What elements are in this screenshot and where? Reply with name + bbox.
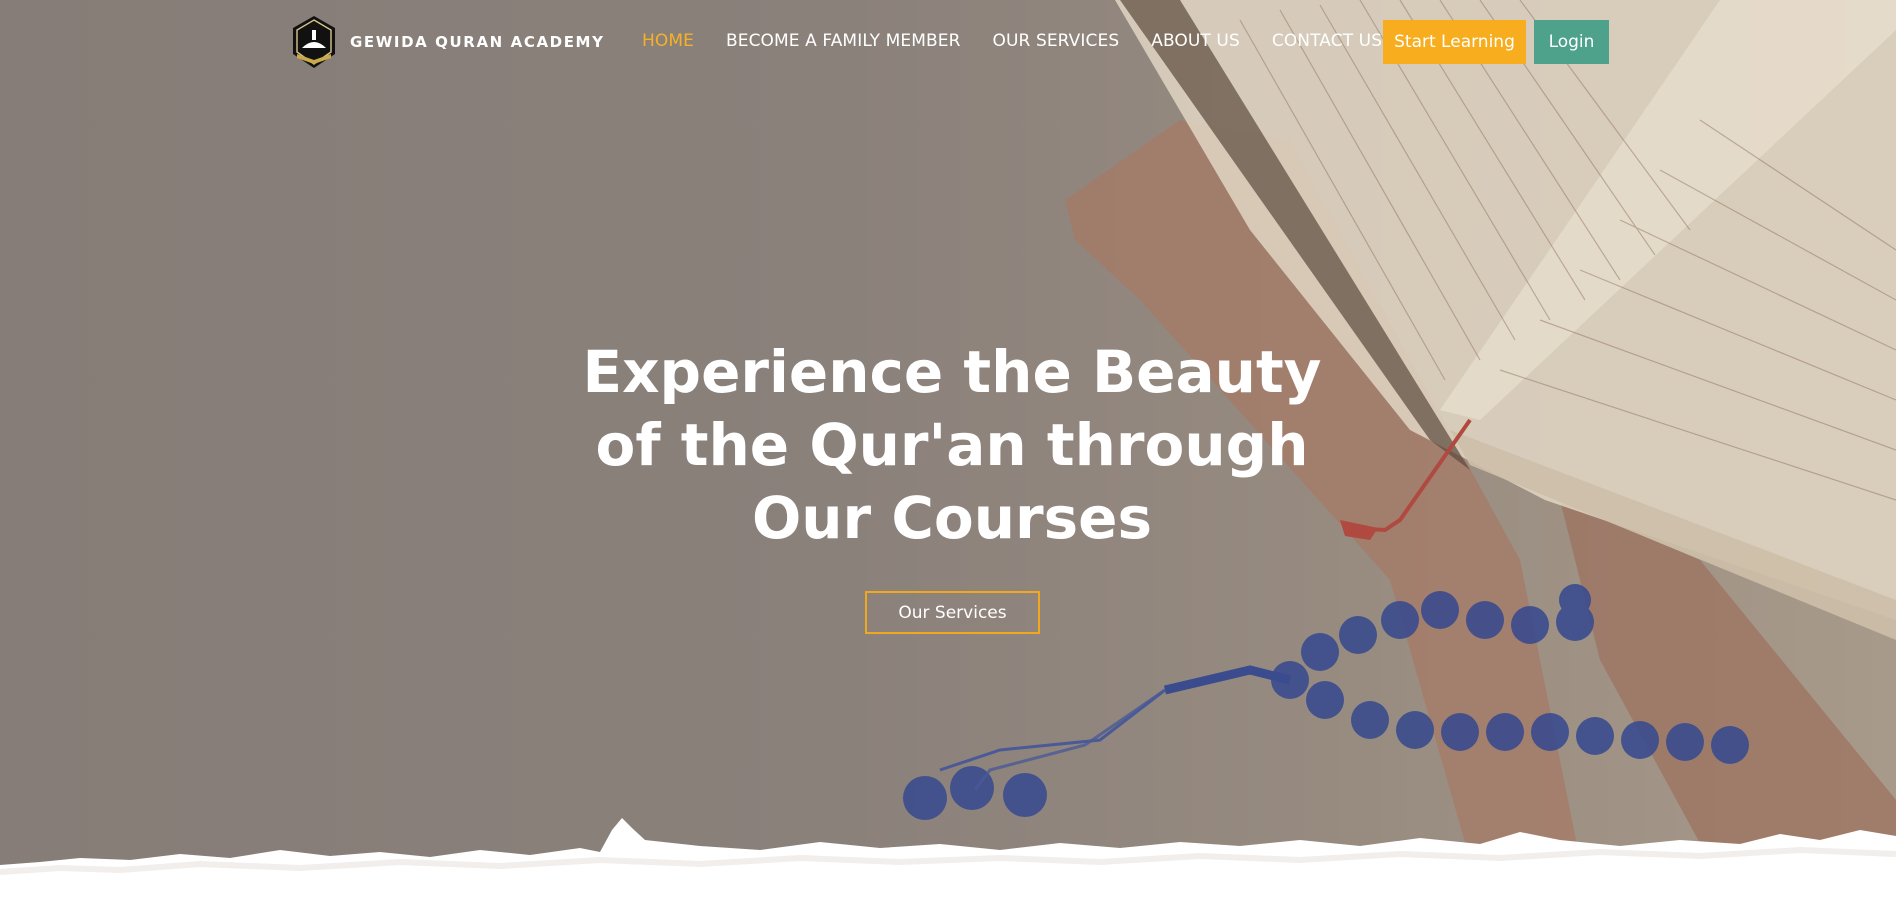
brand-name: GEWIDA QURAN ACADEMY <box>350 33 605 51</box>
login-button[interactable]: Login <box>1534 20 1609 64</box>
main-menu: HOME BECOME A FAMILY MEMBER OUR SERVICES… <box>642 31 1382 51</box>
torn-paper-divider <box>0 818 1896 907</box>
nav-item-contact-us[interactable]: CONTACT US <box>1272 31 1382 51</box>
nav-item-home[interactable]: HOME <box>642 31 694 51</box>
nav-item-about-us[interactable]: ABOUT US <box>1151 31 1240 51</box>
hero-headline: Experience the Beauty of the Qur'an thro… <box>582 338 1322 552</box>
mosque-quran-emblem-icon <box>293 16 335 68</box>
top-navigation: GEWIDA QURAN ACADEMY HOME BECOME A FAMIL… <box>0 0 1896 84</box>
our-services-button[interactable]: Our Services <box>865 591 1040 634</box>
start-learning-button[interactable]: Start Learning <box>1383 20 1526 64</box>
nav-item-become-family-member[interactable]: BECOME A FAMILY MEMBER <box>726 31 961 51</box>
nav-item-our-services[interactable]: OUR SERVICES <box>993 31 1120 51</box>
brand[interactable]: GEWIDA QURAN ACADEMY <box>288 14 605 70</box>
